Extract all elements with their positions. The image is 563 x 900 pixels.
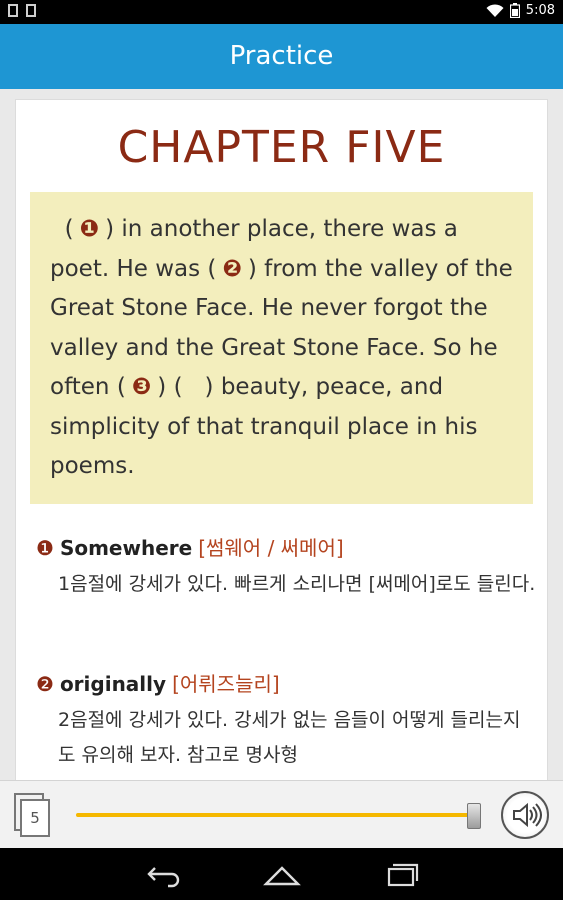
blank-number-1[interactable]: ❶	[80, 210, 99, 250]
vocab-number: ❷	[36, 672, 54, 696]
blank-number-3[interactable]: ❸	[132, 368, 151, 408]
passage-text-4: ) (	[157, 374, 183, 400]
vocab-item-somewhere: ❶ Somewhere [썸웨어 / 써메어] 1음절에 강세가 있다. 빠르게 소…	[36, 532, 536, 602]
passage-text-1: (	[64, 216, 74, 242]
app-bar: Practice	[0, 24, 563, 89]
player-bar: 5	[0, 780, 563, 849]
vocab-item-originally: ❷ originally [어뤼즈늘리] 2음절에 강세가 있다. 강세가 없는 음…	[36, 668, 536, 773]
content-card[interactable]: CHAPTER FIVE (❶) in another place, there…	[15, 99, 548, 789]
vocab-word: originally	[59, 672, 167, 696]
vocab-number: ❶	[36, 536, 54, 560]
slider-handle[interactable]	[467, 803, 481, 829]
recent-apps-icon[interactable]	[383, 860, 423, 888]
page-list-button[interactable]: 5	[14, 793, 52, 837]
status-time: 5:08	[525, 3, 555, 18]
sd-card-icon	[26, 4, 36, 17]
vocab-pronunciation: [썸웨어 / 써메어]	[198, 536, 344, 560]
vocab-explanation: 2음절에 강세가 있다. 강세가 없는 음들이 어떻게 들리는지도 유의해 보자…	[58, 709, 521, 766]
status-bar: 5:08	[0, 0, 563, 24]
back-icon[interactable]	[142, 860, 182, 888]
vocab-word: Somewhere	[59, 536, 193, 560]
wifi-icon	[486, 3, 504, 17]
vocab-pronunciation: [어뤼즈늘리]	[172, 672, 280, 696]
home-icon[interactable]	[262, 860, 302, 888]
audio-play-button[interactable]	[501, 791, 549, 839]
progress-slider[interactable]	[76, 813, 474, 817]
page-number: 5	[20, 799, 50, 837]
blank-number-2[interactable]: ❷	[222, 250, 241, 290]
speaker-icon	[513, 802, 542, 828]
battery-icon	[509, 3, 520, 18]
navigation-bar	[0, 848, 563, 900]
vocab-explanation: 1음절에 강세가 있다. 빠르게 소리나면 [써메어]로도 들린다.	[58, 573, 536, 595]
chapter-title: CHAPTER FIVE	[117, 122, 446, 173]
app-title: Practice	[229, 41, 334, 71]
notification-icon	[8, 4, 18, 17]
passage-box: (❶) in another place, there was a poet. …	[30, 192, 533, 504]
